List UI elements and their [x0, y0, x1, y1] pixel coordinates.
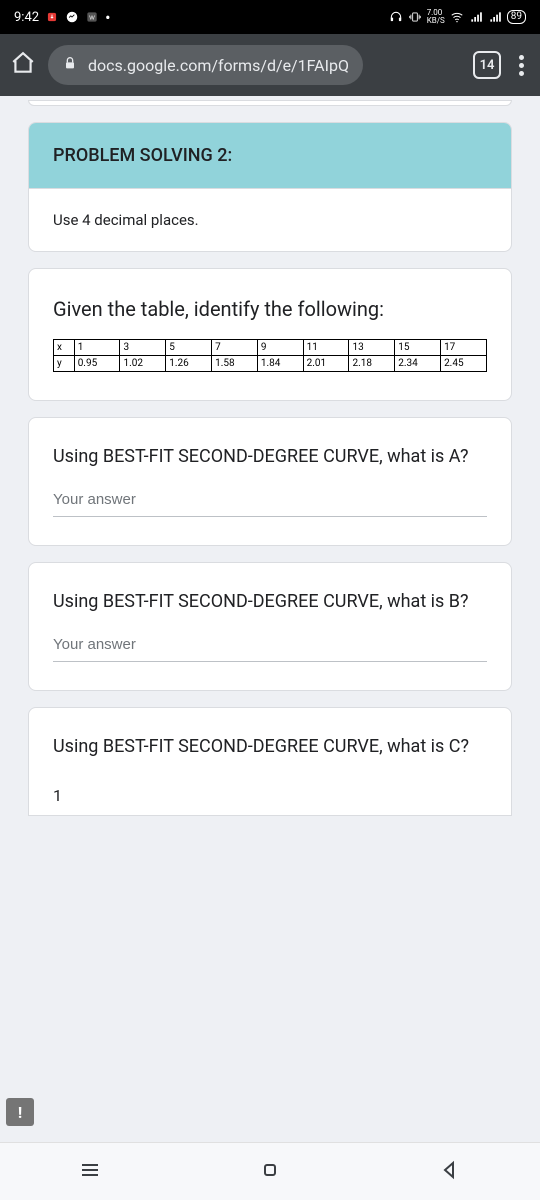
tab-count[interactable]: 14 — [473, 51, 501, 79]
intro-text: Given the table, identify the following: — [53, 295, 487, 323]
recents-button[interactable] — [78, 1158, 102, 1186]
signal-icon-2 — [488, 10, 502, 24]
signal-icon-1 — [469, 10, 483, 24]
question-card-a: Using BEST-FIT SECOND-DEGREE CURVE, what… — [28, 417, 512, 546]
question-card-c: Using BEST-FIT SECOND-DEGREE CURVE, what… — [28, 707, 512, 815]
more-indicator: • — [105, 8, 110, 27]
vibrate-icon — [408, 10, 422, 24]
net-speed: 7.00 KB/S — [427, 9, 445, 25]
headphones-icon — [389, 10, 403, 24]
back-button[interactable] — [438, 1158, 462, 1186]
home-button[interactable] — [258, 1158, 282, 1186]
section-title: PROBLEM SOLVING 2: — [29, 123, 511, 189]
question-prompt: Using BEST-FIT SECOND-DEGREE CURVE, what… — [53, 444, 487, 469]
messenger-icon — [65, 10, 79, 24]
status-bar: 9:42 W • 7.00 KB/S 89 — [0, 0, 540, 34]
browser-toolbar: docs.google.com/forms/d/e/1FAIpQ 14 — [0, 34, 540, 96]
wifi-icon — [450, 10, 464, 24]
url-bar[interactable]: docs.google.com/forms/d/e/1FAIpQ — [48, 45, 363, 85]
svg-text:W: W — [89, 15, 95, 21]
question-card-b: Using BEST-FIT SECOND-DEGREE CURVE, what… — [28, 562, 512, 691]
question-prompt: Using BEST-FIT SECOND-DEGREE CURVE, what… — [53, 589, 487, 614]
answer-input-b[interactable] — [53, 630, 487, 662]
alert-badge[interactable]: ! — [6, 1098, 34, 1126]
lock-icon — [62, 55, 78, 75]
home-icon[interactable] — [10, 50, 36, 80]
status-time: 9:42 — [14, 10, 39, 25]
previous-card-edge — [28, 100, 512, 106]
data-table: x 135 7911 131517 y 0.951.021.26 1.581.8… — [53, 339, 487, 372]
table-row: x 135 7911 131517 — [54, 340, 487, 356]
browser-menu-icon[interactable] — [513, 49, 530, 82]
app-w-icon: W — [85, 10, 99, 24]
battery-indicator: 89 — [507, 10, 526, 24]
url-text: docs.google.com/forms/d/e/1FAIpQ — [88, 56, 349, 75]
answer-input-a[interactable] — [53, 485, 487, 517]
table-row: y 0.951.021.26 1.581.842.01 2.182.342.45 — [54, 356, 487, 372]
system-nav-bar — [0, 1142, 540, 1200]
form-scroll-area[interactable]: PROBLEM SOLVING 2: Use 4 decimal places.… — [0, 96, 540, 1142]
section-card: PROBLEM SOLVING 2: Use 4 decimal places. — [28, 122, 512, 252]
question-prompt: Using BEST-FIT SECOND-DEGREE CURVE, what… — [53, 734, 487, 759]
download-icon — [45, 10, 59, 24]
intro-card: Given the table, identify the following:… — [28, 268, 512, 401]
section-description: Use 4 decimal places. — [29, 189, 511, 251]
answer-input-c[interactable]: 1 — [53, 776, 487, 805]
